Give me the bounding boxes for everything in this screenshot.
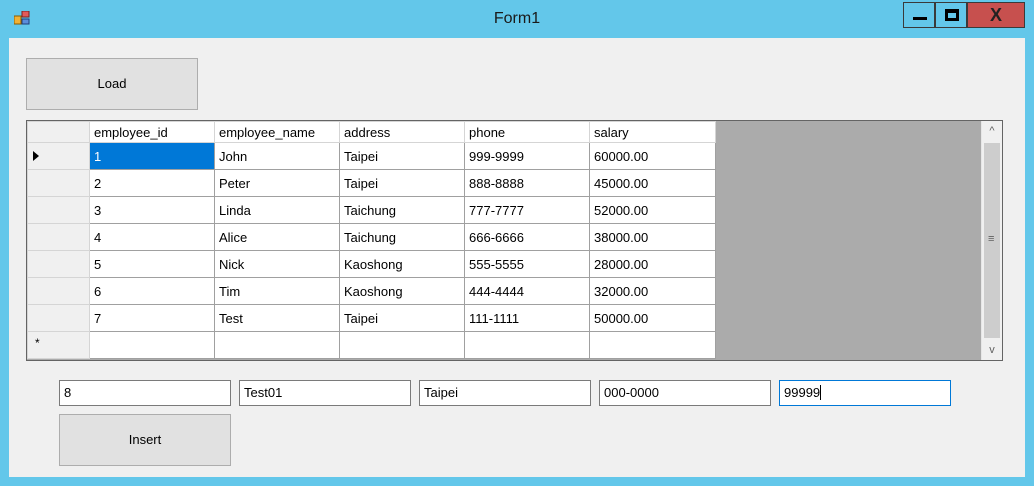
maximize-button[interactable] — [935, 2, 967, 28]
cell-phone[interactable]: 666-6666 — [464, 223, 590, 251]
cell-salary[interactable]: 50000.00 — [589, 304, 716, 332]
close-button[interactable]: X — [967, 2, 1025, 28]
cell-address[interactable]: Taichung — [339, 196, 465, 224]
table-row: 4 Alice Taichung 666-6666 38000.00 — [27, 223, 716, 251]
scroll-down-icon[interactable]: v — [982, 340, 1002, 360]
column-header-employee-name[interactable]: employee_name — [214, 121, 340, 143]
row-header[interactable] — [27, 223, 90, 251]
row-header[interactable] — [27, 142, 90, 170]
new-cell-employee-name[interactable] — [214, 331, 340, 359]
grid-corner-header[interactable] — [27, 121, 90, 143]
phone-input[interactable]: 000-0000 — [599, 380, 771, 406]
scroll-grip-icon: ≡ — [988, 233, 995, 245]
cell-address[interactable]: Taichung — [339, 223, 465, 251]
cell-employee-id[interactable]: 7 — [89, 304, 215, 332]
scroll-up-icon[interactable]: ^ — [982, 121, 1002, 141]
form-window: Form1 X Load employee_id employee_name a… — [0, 0, 1034, 486]
cell-phone[interactable]: 444-4444 — [464, 277, 590, 305]
cell-phone[interactable]: 888-8888 — [464, 169, 590, 197]
cell-salary[interactable]: 60000.00 — [589, 142, 716, 170]
column-header-salary[interactable]: salary — [589, 121, 716, 143]
cell-employee-name[interactable]: Alice — [214, 223, 340, 251]
current-row-arrow-icon — [33, 151, 39, 161]
cell-employee-id[interactable]: 4 — [89, 223, 215, 251]
address-input[interactable]: Taipei — [419, 380, 591, 406]
cell-address[interactable]: Taipei — [339, 169, 465, 197]
close-icon: X — [989, 5, 1002, 25]
row-header[interactable] — [27, 250, 90, 278]
title-bar[interactable]: Form1 X — [0, 0, 1034, 38]
cell-address[interactable]: Taipei — [339, 142, 465, 170]
cell-employee-id[interactable]: 3 — [89, 196, 215, 224]
row-header[interactable] — [27, 169, 90, 197]
cell-employee-name[interactable]: John — [214, 142, 340, 170]
row-header[interactable] — [27, 304, 90, 332]
cell-employee-name[interactable]: Test — [214, 304, 340, 332]
column-header-employee-id[interactable]: employee_id — [89, 121, 215, 143]
row-header[interactable]: * — [27, 331, 90, 359]
employee-id-input[interactable]: 8 — [59, 380, 231, 406]
new-row: * — [27, 331, 716, 359]
grid-header-row: employee_id employee_name address phone … — [27, 121, 716, 143]
new-cell-salary[interactable] — [589, 331, 716, 359]
employee-name-input[interactable]: Test01 — [239, 380, 411, 406]
text-caret — [820, 385, 822, 400]
cell-employee-id[interactable]: 1 — [89, 142, 215, 170]
cell-employee-id[interactable]: 6 — [89, 277, 215, 305]
maximize-icon — [945, 9, 959, 21]
vertical-scrollbar[interactable]: ^ ≡ v — [981, 121, 1002, 360]
column-header-address[interactable]: address — [339, 121, 465, 143]
window-title: Form1 — [493, 10, 541, 27]
cell-phone[interactable]: 999-9999 — [464, 142, 590, 170]
cell-salary[interactable]: 52000.00 — [589, 196, 716, 224]
table-row: 6 Tim Kaoshong 444-4444 32000.00 — [27, 277, 716, 305]
cell-address[interactable]: Taipei — [339, 304, 465, 332]
form-client-area: Load employee_id employee_name address p… — [9, 38, 1025, 477]
cell-employee-name[interactable]: Linda — [214, 196, 340, 224]
cell-employee-id[interactable]: 2 — [89, 169, 215, 197]
cell-employee-name[interactable]: Tim — [214, 277, 340, 305]
insert-button[interactable]: Insert — [59, 414, 231, 466]
table-row: 2 Peter Taipei 888-8888 45000.00 — [27, 169, 716, 197]
scroll-thumb[interactable]: ≡ — [984, 143, 1000, 338]
cell-address[interactable]: Kaoshong — [339, 250, 465, 278]
minimize-button[interactable] — [903, 2, 935, 28]
cell-salary[interactable]: 28000.00 — [589, 250, 716, 278]
employee-datagrid[interactable]: employee_id employee_name address phone … — [26, 120, 1003, 361]
minimize-icon — [913, 17, 927, 20]
cell-phone[interactable]: 111-1111 — [464, 304, 590, 332]
table-row: 5 Nick Kaoshong 555-5555 28000.00 — [27, 250, 716, 278]
cell-employee-name[interactable]: Peter — [214, 169, 340, 197]
table-row: 1 John Taipei 999-9999 60000.00 — [27, 142, 716, 170]
salary-input-text: 99999 — [784, 385, 821, 400]
new-cell-address[interactable] — [339, 331, 465, 359]
cell-salary[interactable]: 45000.00 — [589, 169, 716, 197]
cell-phone[interactable]: 555-5555 — [464, 250, 590, 278]
cell-phone[interactable]: 777-7777 — [464, 196, 590, 224]
cell-salary[interactable]: 32000.00 — [589, 277, 716, 305]
salary-input[interactable]: 99999 — [779, 380, 951, 406]
new-cell-phone[interactable] — [464, 331, 590, 359]
cell-address[interactable]: Kaoshong — [339, 277, 465, 305]
new-cell-employee-id[interactable] — [89, 331, 215, 359]
column-header-phone[interactable]: phone — [464, 121, 590, 143]
row-header[interactable] — [27, 277, 90, 305]
row-header[interactable] — [27, 196, 90, 224]
table-row: 7 Test Taipei 111-1111 50000.00 — [27, 304, 716, 332]
cell-employee-name[interactable]: Nick — [214, 250, 340, 278]
grid-table: employee_id employee_name address phone … — [27, 121, 716, 359]
load-button[interactable]: Load — [26, 58, 198, 110]
cell-salary[interactable]: 38000.00 — [589, 223, 716, 251]
cell-employee-id[interactable]: 5 — [89, 250, 215, 278]
new-row-marker: * — [35, 336, 40, 350]
table-row: 3 Linda Taichung 777-7777 52000.00 — [27, 196, 716, 224]
